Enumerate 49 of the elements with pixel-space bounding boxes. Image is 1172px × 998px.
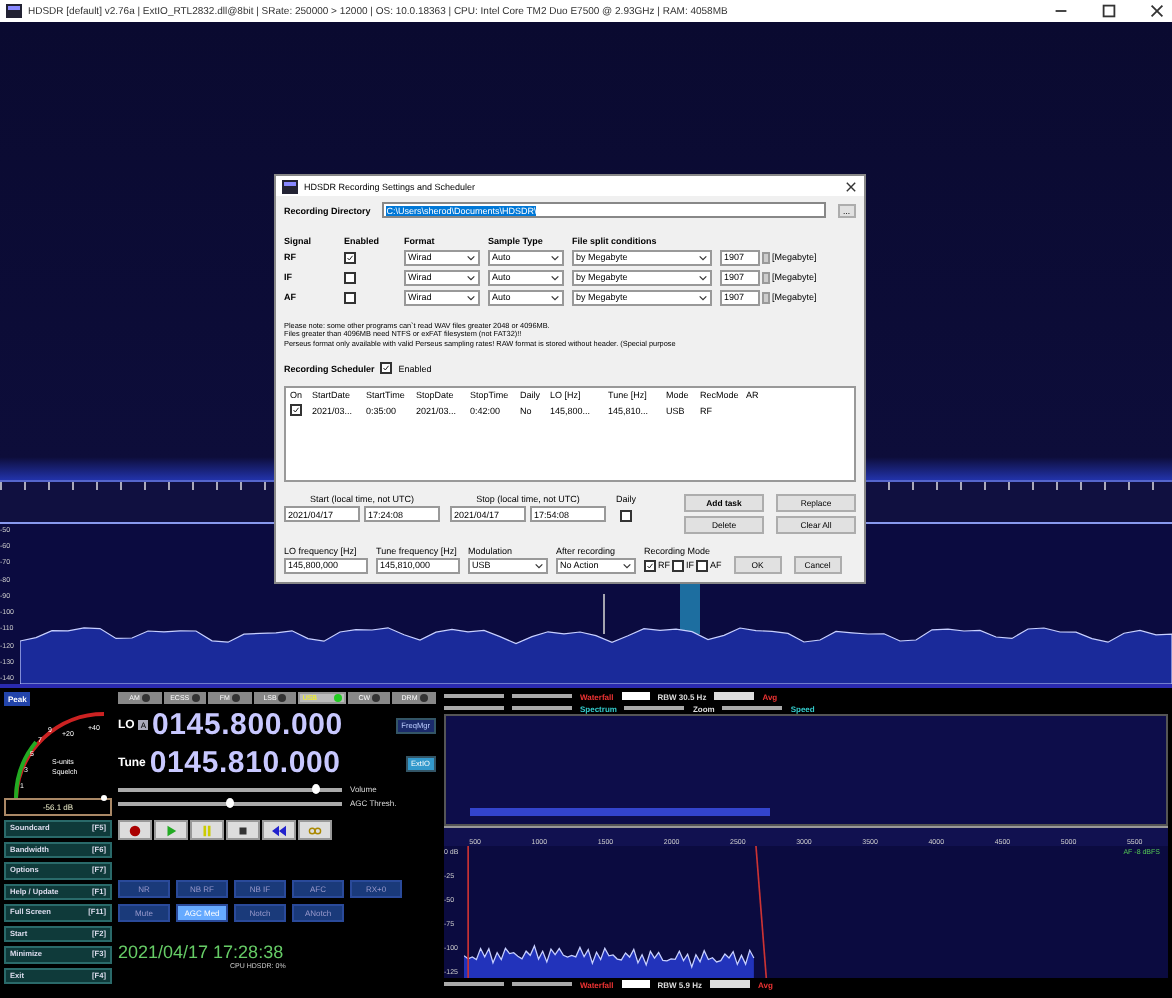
checkbox[interactable]: [290, 404, 302, 417]
slider-thumb[interactable]: [311, 784, 320, 794]
play-icon: [164, 823, 178, 837]
check-icon: [646, 561, 654, 570]
caret-icon: [698, 273, 708, 282]
rewind-icon: [272, 823, 286, 837]
caret-icon: [550, 273, 560, 282]
caret-icon: [550, 293, 560, 302]
check-icon: [382, 364, 391, 373]
app-icon: [282, 179, 298, 193]
checkbox[interactable]: [344, 251, 356, 264]
app-icon: [6, 4, 22, 18]
record-button[interactable]: [118, 820, 152, 840]
checkbox[interactable]: [644, 559, 656, 572]
spin-control[interactable]: [621, 692, 650, 700]
checkbox[interactable]: [672, 559, 684, 572]
check-icon: [346, 253, 354, 262]
stop-button[interactable]: [226, 820, 260, 840]
checkbox[interactable]: [380, 362, 393, 375]
caret-icon: [466, 273, 476, 282]
record-icon: [128, 823, 142, 837]
stop-icon: [236, 823, 250, 837]
checkbox[interactable]: [344, 291, 356, 304]
caret-icon: [466, 293, 476, 302]
dropdown[interactable]: [714, 692, 755, 700]
close-icon[interactable]: [1148, 2, 1166, 20]
filter-edge-line: [467, 846, 469, 978]
lo-frequency: 0145.800.000: [152, 708, 343, 742]
close-icon[interactable]: [844, 179, 858, 193]
dropdown[interactable]: [709, 980, 750, 988]
caret-icon: [550, 253, 560, 262]
checkbox[interactable]: [696, 559, 708, 572]
clock: 2021/04/17 17:28:38: [118, 942, 286, 962]
caret-icon: [698, 293, 708, 302]
tune-frequency: 0145.810.000: [149, 746, 341, 780]
spin-control[interactable]: [621, 980, 650, 988]
rewind-button[interactable]: [262, 820, 296, 840]
caret-icon: [698, 253, 708, 262]
slider-thumb[interactable]: [226, 798, 234, 808]
checkbox[interactable]: [344, 271, 356, 284]
loop-icon: [308, 823, 322, 837]
check-icon: [292, 406, 300, 415]
checkbox[interactable]: [620, 510, 632, 522]
caret-icon: [534, 561, 544, 570]
maximize-icon[interactable]: [1100, 2, 1118, 20]
caret-icon: [466, 253, 476, 262]
filter-edge-line: [755, 846, 768, 978]
pause-icon: [200, 823, 214, 837]
caret-icon: [622, 561, 632, 570]
